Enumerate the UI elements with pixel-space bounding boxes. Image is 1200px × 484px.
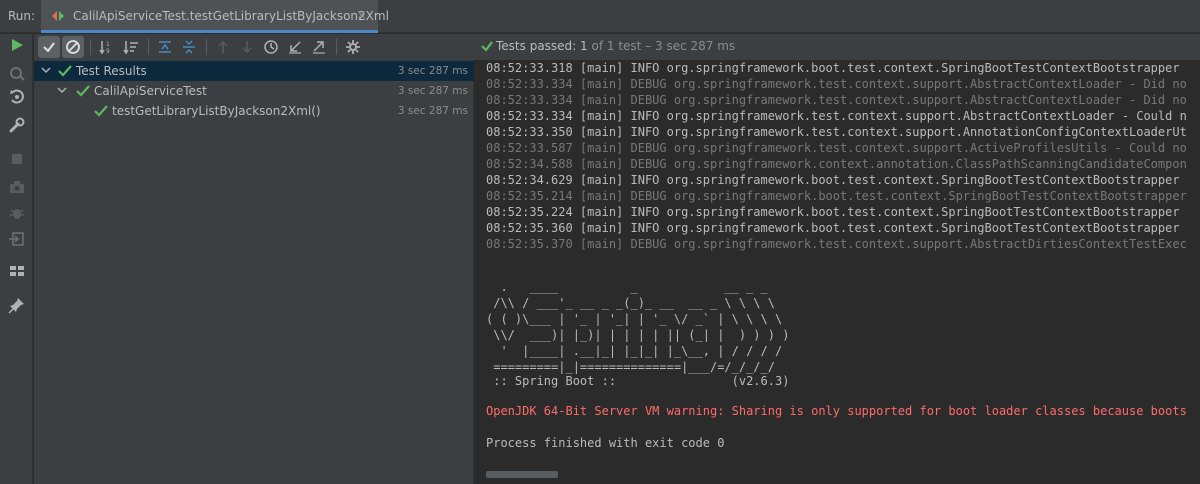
tree-node-label: testGetLibraryListByJackson2Xml() (112, 104, 321, 118)
tree-node-time: 3 sec 287 ms (397, 65, 468, 77)
collapse-all-button[interactable] (178, 36, 200, 58)
test-toolbar: 19 (34, 34, 474, 60)
previous-failed-button[interactable] (212, 36, 234, 58)
test-status-bar: Tests passed: 1 of 1 test – 3 sec 287 ms (474, 34, 1200, 60)
test-history-button[interactable] (260, 36, 282, 58)
spring-banner-line: /\\ / ___'_ __ _ _(_)_ __ __ _ \ \ \ \ (486, 296, 775, 310)
process-finished-line: Process finished with exit code 0 (486, 436, 725, 450)
log-line: 08:52:35.224 [main] INFO org.springframe… (486, 205, 1180, 219)
jvm-warning-line: OpenJDK 64-Bit Server VM warning: Sharin… (486, 404, 1187, 418)
spring-banner-line: ' |____| .__|_| |_|_| |_\__, | / / / / (486, 344, 783, 358)
gear-icon (346, 40, 360, 54)
log-line: 08:52:33.334 [main] INFO org.springframe… (486, 109, 1187, 123)
ignored-icon (66, 40, 80, 54)
history-clock-icon (264, 40, 278, 54)
pin-icon[interactable] (8, 296, 26, 314)
tree-node-time: 3 sec 287 ms (397, 105, 468, 117)
wrench-icon[interactable] (8, 116, 26, 134)
run-tab-bar: Run: CalilApiServiceTest.testGetLibraryL… (0, 0, 1200, 33)
log-line: 08:52:35.214 [main] DEBUG org.springfram… (486, 189, 1187, 203)
expand-all-button[interactable] (154, 36, 176, 58)
layout-icon[interactable] (8, 262, 26, 280)
svg-text:1: 1 (106, 41, 110, 48)
passed-check-icon (94, 105, 108, 117)
settings-button[interactable] (342, 36, 364, 58)
svg-text:9: 9 (106, 48, 110, 55)
tree-node-test-results[interactable]: Test Results 3 sec 287 ms (34, 61, 474, 81)
passed-check-icon (76, 85, 90, 97)
test-results-tree: Test Results 3 sec 287 ms CalilApiServic… (34, 60, 474, 484)
rerun-failed-icon[interactable] (8, 64, 26, 82)
tree-node-label: Test Results (76, 64, 147, 78)
camera-icon[interactable] (8, 178, 26, 196)
toolbar-separator (90, 39, 91, 55)
close-tab-icon[interactable]: × (356, 8, 367, 23)
spring-boot-version: :: Spring Boot :: (v2.6.3) (486, 374, 790, 388)
toolbar-separator (206, 39, 207, 55)
arrow-down-icon (242, 41, 252, 54)
spring-banner-line: . ____ _ __ _ _ (486, 280, 768, 294)
show-ignored-button[interactable] (62, 36, 84, 58)
sort-duration-icon (123, 41, 138, 55)
log-line: 08:52:34.588 [main] DEBUG org.springfram… (486, 157, 1187, 171)
test-config-icon (52, 11, 64, 21)
passed-check-icon (481, 41, 493, 52)
chevron-down-icon[interactable] (56, 84, 68, 96)
sort-alpha-icon: 19 (99, 41, 110, 55)
spring-banner-line: ( ( )\___ | '_ | '_| | '_ \/ _` | \ \ \ … (486, 312, 783, 326)
run-tool-strip (0, 34, 33, 484)
spring-banner-line: \\/ ___)| |_)| | | | | || (_| | ) ) ) ) (486, 328, 790, 342)
chevron-down-icon[interactable] (40, 64, 52, 76)
passed-check-icon (58, 65, 72, 77)
next-failed-button[interactable] (236, 36, 258, 58)
log-line: 08:52:33.318 [main] INFO org.springframe… (486, 61, 1180, 75)
toggle-auto-test-icon[interactable] (8, 88, 26, 106)
stop-icon[interactable] (8, 150, 26, 168)
collapse-all-icon (183, 40, 195, 54)
run-tab-title: CalilApiServiceTest.testGetLibraryListBy… (73, 9, 389, 23)
tree-node-time: 3 sec 287 ms (397, 85, 468, 97)
tree-node-test[interactable]: testGetLibraryListByJackson2Xml() 3 sec … (34, 101, 474, 121)
toolbar-separator (336, 39, 337, 55)
log-line: 08:52:33.334 [main] DEBUG org.springfram… (486, 93, 1187, 107)
toolbar-separator (148, 39, 149, 55)
checkmark-icon (43, 42, 55, 53)
horizontal-scrollbar[interactable] (486, 471, 558, 478)
show-passed-button[interactable] (38, 36, 60, 58)
log-line: 08:52:35.370 [main] DEBUG org.springfram… (486, 237, 1187, 251)
arrow-up-icon (218, 40, 228, 53)
export-tests-button[interactable] (308, 36, 330, 58)
expand-all-icon (159, 41, 171, 53)
import-arrow-icon (289, 41, 301, 54)
import-icon[interactable] (8, 230, 26, 248)
sort-alphabetically-button[interactable]: 19 (96, 36, 118, 58)
log-line: 08:52:35.360 [main] INFO org.springframe… (486, 221, 1180, 235)
log-line: 08:52:33.587 [main] DEBUG org.springfram… (486, 141, 1187, 155)
log-line: 08:52:34.629 [main] INFO org.springframe… (486, 173, 1180, 187)
tree-node-suite[interactable]: CalilApiServiceTest 3 sec 287 ms (34, 81, 474, 101)
log-line: 08:52:33.334 [main] DEBUG org.springfram… (486, 77, 1187, 91)
debug-bug-icon[interactable] (8, 204, 26, 222)
rerun-icon[interactable] (8, 36, 26, 54)
sort-by-duration-button[interactable] (120, 36, 142, 58)
run-label: Run: (8, 9, 36, 23)
import-tests-button[interactable] (284, 36, 306, 58)
console-output[interactable]: 08:52:33.318 [main] INFO org.springframe… (475, 60, 1200, 484)
tree-node-label: CalilApiServiceTest (94, 84, 207, 98)
run-tab[interactable]: CalilApiServiceTest.testGetLibraryListBy… (41, 0, 389, 33)
log-line: 08:52:33.350 [main] INFO org.springframe… (486, 125, 1187, 139)
tests-passed-status: Tests passed: 1 of 1 test – 3 sec 287 ms (496, 39, 736, 53)
export-arrow-icon (313, 41, 325, 54)
